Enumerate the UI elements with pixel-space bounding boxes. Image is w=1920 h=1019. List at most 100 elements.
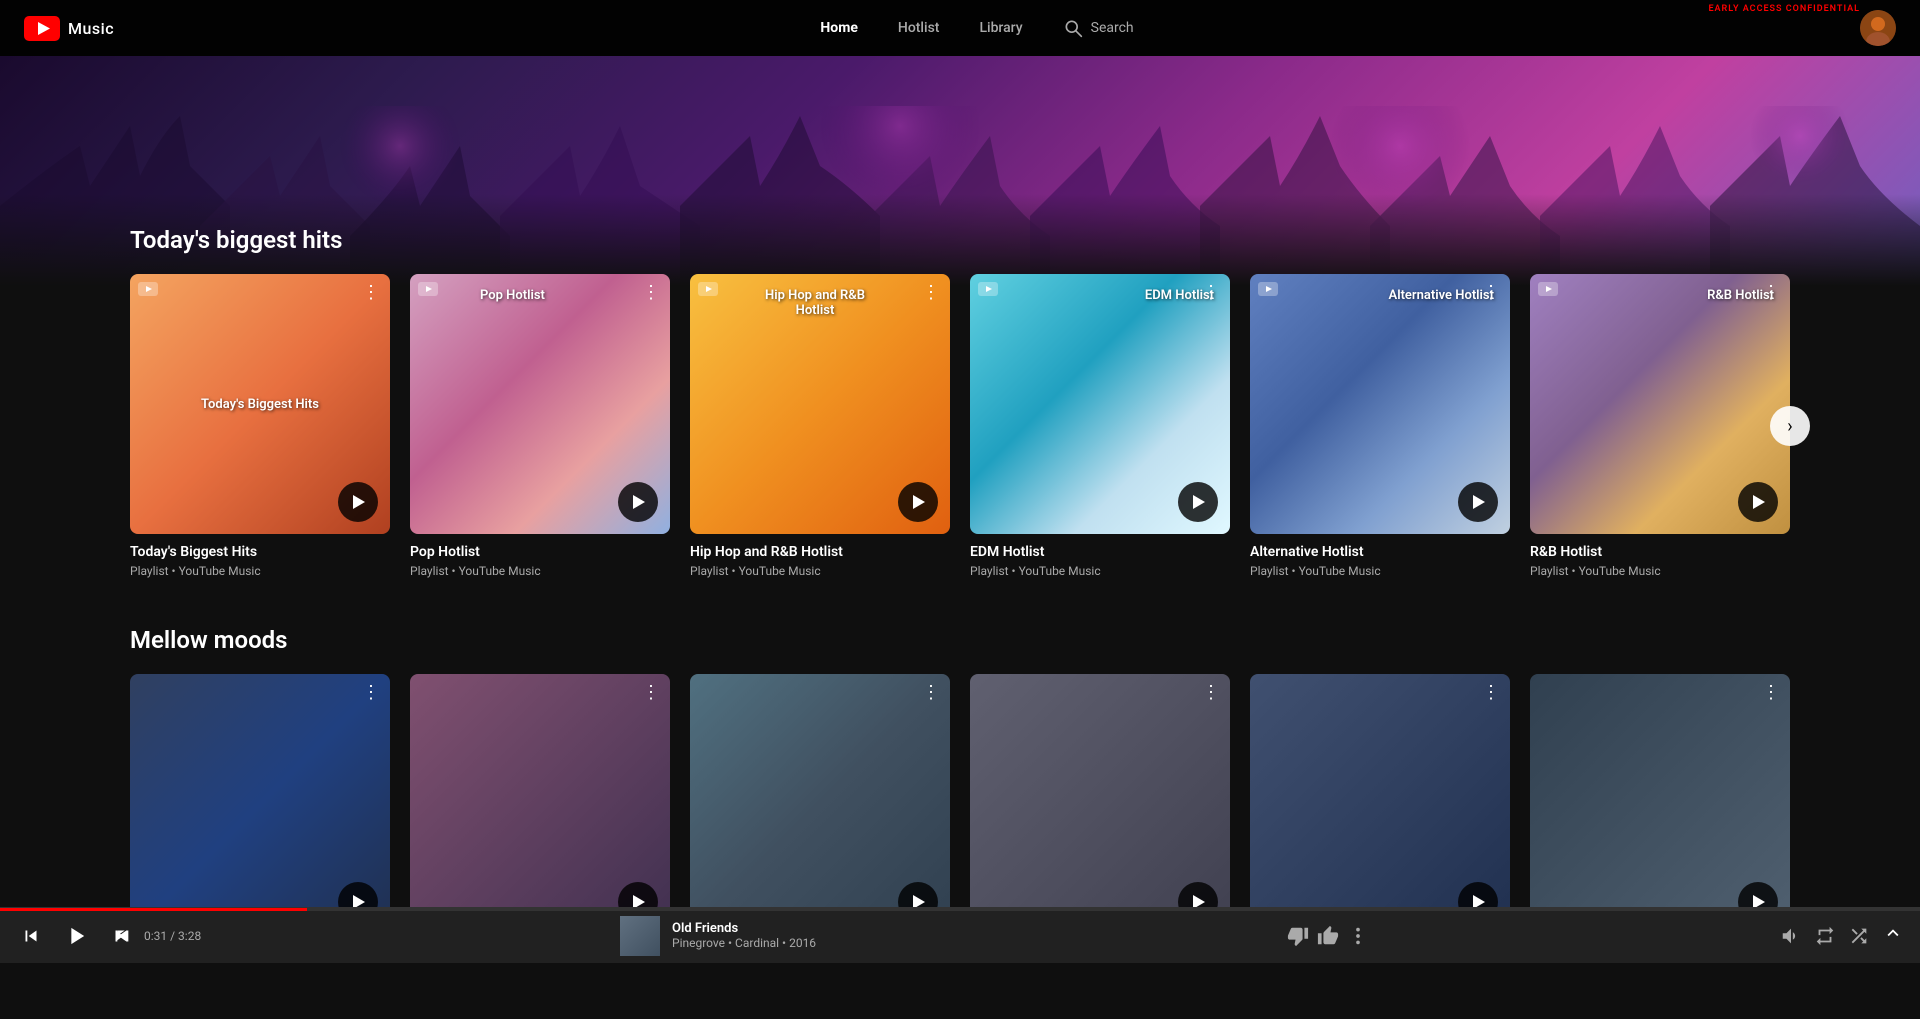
card-thumb-m6: ⋮: [1530, 674, 1790, 934]
card-meta-4: Playlist • YouTube Music: [970, 564, 1230, 578]
card-todays-biggest-hits[interactable]: Today's Biggest Hits ⋮ Today's Biggest H…: [130, 274, 390, 578]
card-play-btn-6[interactable]: [1738, 482, 1778, 522]
player-artist-info: Pinegrove • Cardinal • 2016: [672, 936, 852, 950]
card-name-4: EDM Hotlist: [970, 544, 1230, 560]
next-button[interactable]: ›: [1770, 406, 1810, 446]
mellow-moods-cards-row: ⋮ ⋮: [130, 674, 1790, 944]
card-mellow-6[interactable]: ⋮: [1530, 674, 1790, 944]
card-more-btn-m6[interactable]: ⋮: [1762, 684, 1780, 702]
player-controls: [16, 918, 136, 954]
card-more-btn-m3[interactable]: ⋮: [922, 684, 940, 702]
logo-text: Music: [68, 19, 114, 38]
card-name-5: Alternative Hotlist: [1250, 544, 1510, 560]
card-more-btn-m5[interactable]: ⋮: [1482, 684, 1500, 702]
nav-home[interactable]: Home: [820, 20, 857, 36]
skip-back-button[interactable]: [16, 921, 46, 951]
bottom-player: 0:31 / 3:28 Old Friends Pinegrove • Card…: [0, 907, 1920, 963]
search-area[interactable]: Search: [1063, 18, 1134, 38]
card-label-1: Today's Biggest Hits: [201, 397, 319, 412]
biggest-hits-cards-row: Today's Biggest Hits ⋮ Today's Biggest H…: [130, 274, 1790, 578]
navbar: Music Home Hotlist Library Search EARLY …: [0, 0, 1920, 56]
mellow-moods-cards-wrapper: ⋮ ⋮: [130, 674, 1790, 944]
shuffle-button[interactable]: [1848, 925, 1870, 947]
card-play-btn-3[interactable]: [898, 482, 938, 522]
avatar[interactable]: [1860, 10, 1896, 46]
card-thumb-m1: ⋮: [130, 674, 390, 934]
volume-button[interactable]: [1780, 925, 1802, 947]
card-more-btn-2[interactable]: ⋮: [642, 284, 660, 302]
shuffle-icon: [1848, 925, 1870, 947]
card-meta-1: Playlist • YouTube Music: [130, 564, 390, 578]
player-album-art: [620, 916, 660, 956]
card-play-btn-5[interactable]: [1458, 482, 1498, 522]
card-meta-2: Playlist • YouTube Music: [410, 564, 670, 578]
card-thumb-3: Hip Hop and R&B Hotlist ⋮: [690, 274, 950, 534]
player-song-title: Old Friends: [672, 921, 852, 936]
more-options-button[interactable]: [1347, 925, 1369, 947]
expand-button[interactable]: [1882, 922, 1904, 950]
card-thumb-5: Alternative Hotlist ⋮: [1250, 274, 1510, 534]
logo[interactable]: Music: [24, 16, 114, 41]
volume-icon: [1780, 925, 1802, 947]
early-access-label: EARLY ACCESS CONFIDENTIAL: [1708, 4, 1860, 14]
card-more-btn-5[interactable]: ⋮: [1482, 284, 1500, 302]
progress-area: 0:31 / 3:28: [144, 929, 209, 943]
card-thumb-m4: ⋮: [970, 674, 1230, 934]
card-meta-6: Playlist • YouTube Music: [1530, 564, 1790, 578]
card-more-btn-m1[interactable]: ⋮: [362, 684, 380, 702]
yt-badge-icon-5: [1258, 282, 1278, 296]
biggest-hits-cards-wrapper: Today's Biggest Hits ⋮ Today's Biggest H…: [130, 274, 1790, 578]
card-thumb-4: EDM Hotlist ⋮: [970, 274, 1230, 534]
section-biggest-hits: Today's biggest hits Today's Biggest Hit…: [130, 226, 1790, 578]
card-rnb-hotlist[interactable]: R&B Hotlist ⋮ R&B Hotlist Playlist • You…: [1530, 274, 1790, 578]
card-edm-hotlist[interactable]: EDM Hotlist ⋮ EDM Hotlist Playlist • You…: [970, 274, 1230, 578]
card-pop-hotlist[interactable]: Pop Hotlist ⋮ Pop Hotlist Playlist • You…: [410, 274, 670, 578]
repeat-button[interactable]: [1814, 925, 1836, 947]
skip-forward-button[interactable]: [106, 921, 136, 951]
nav-links: Home Hotlist Library Search: [820, 18, 1133, 38]
nav-library[interactable]: Library: [979, 20, 1022, 36]
card-more-btn-3[interactable]: ⋮: [922, 284, 940, 302]
card-name-1: Today's Biggest Hits: [130, 544, 390, 560]
thumbs-down-button[interactable]: [1287, 925, 1309, 947]
card-more-btn-6[interactable]: ⋮: [1762, 284, 1780, 302]
card-mellow-2[interactable]: ⋮: [410, 674, 670, 944]
card-name-6: R&B Hotlist: [1530, 544, 1790, 560]
card-mellow-5[interactable]: ⋮: [1250, 674, 1510, 944]
more-icon: [1347, 925, 1369, 947]
now-playing: Old Friends Pinegrove • Cardinal • 2016: [620, 916, 852, 956]
player-actions: [1287, 925, 1369, 947]
play-pause-button[interactable]: [58, 918, 94, 954]
card-name-2: Pop Hotlist: [410, 544, 670, 560]
card-more-btn-1[interactable]: ⋮: [362, 284, 380, 302]
yt-badge-icon-3: [698, 282, 718, 296]
yt-badge-icon: [138, 282, 158, 296]
card-more-btn-m2[interactable]: ⋮: [642, 684, 660, 702]
time-display: 0:31 / 3:28: [144, 929, 209, 943]
card-label-3: Hip Hop and R&B Hotlist: [750, 288, 880, 318]
thumbs-up-icon: [1317, 925, 1339, 947]
card-hiphop-rnb[interactable]: Hip Hop and R&B Hotlist ⋮ Hip Hop and R&…: [690, 274, 950, 578]
card-play-btn-4[interactable]: [1178, 482, 1218, 522]
card-meta-5: Playlist • YouTube Music: [1250, 564, 1510, 578]
search-icon: [1063, 18, 1083, 38]
thumbs-up-button[interactable]: [1317, 925, 1339, 947]
card-alternative-hotlist[interactable]: Alternative Hotlist ⋮ Alternative Hotlis…: [1250, 274, 1510, 578]
card-meta-3: Playlist • YouTube Music: [690, 564, 950, 578]
card-mellow-1[interactable]: ⋮: [130, 674, 390, 944]
card-thumb-m2: ⋮: [410, 674, 670, 934]
search-label: Search: [1091, 20, 1134, 36]
card-more-btn-m4[interactable]: ⋮: [1202, 684, 1220, 702]
card-more-btn-4[interactable]: ⋮: [1202, 284, 1220, 302]
card-thumb-m5: ⋮: [1250, 674, 1510, 934]
player-right-controls: [1780, 922, 1904, 950]
card-thumb-m3: ⋮: [690, 674, 950, 934]
nav-hotlist[interactable]: Hotlist: [898, 20, 940, 36]
card-play-btn-1[interactable]: [338, 482, 378, 522]
seekbar-track[interactable]: [0, 908, 1920, 911]
play-icon: [62, 922, 90, 950]
card-mellow-3[interactable]: ⋮: [690, 674, 950, 944]
card-play-btn-2[interactable]: [618, 482, 658, 522]
card-mellow-4[interactable]: ⋮: [970, 674, 1230, 944]
player-info: Old Friends Pinegrove • Cardinal • 2016: [672, 921, 852, 950]
